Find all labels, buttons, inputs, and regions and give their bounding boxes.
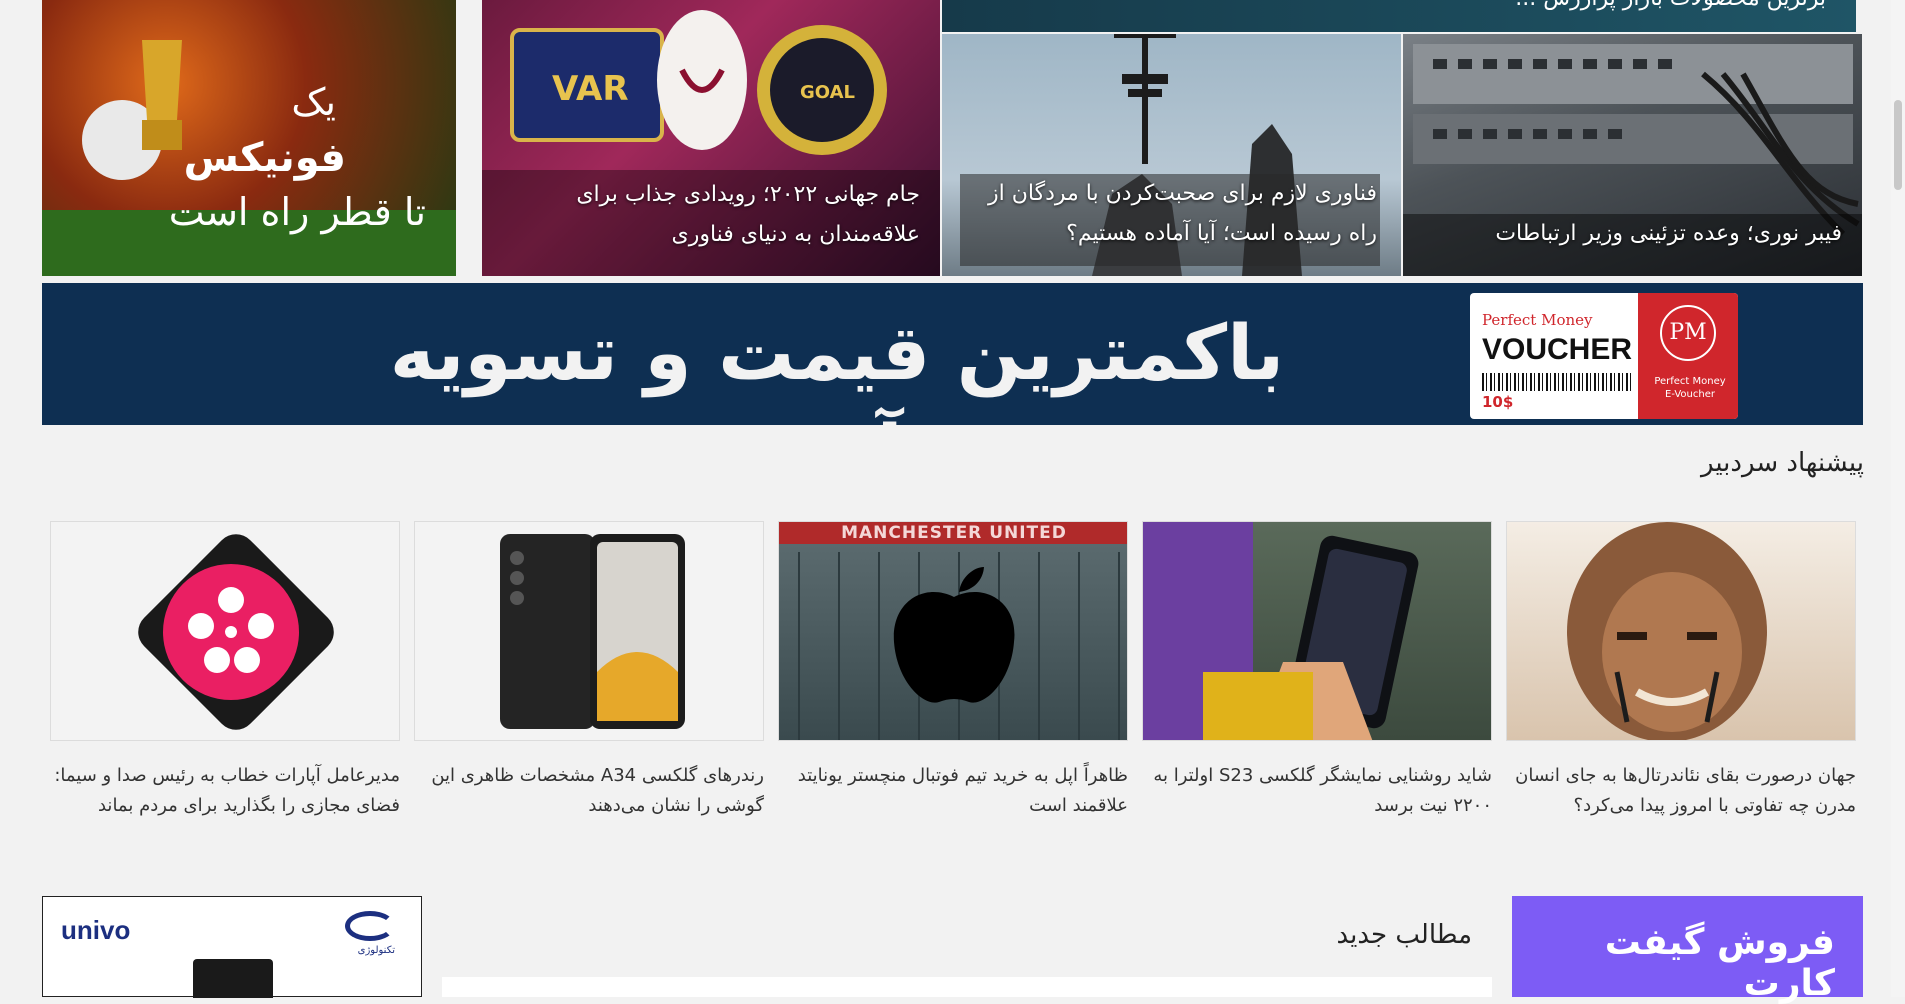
news-tile-worldcup[interactable]: VAR GOAL جام جهانی ۲۰۲۲؛ رویدادی جذاب بر… (482, 0, 940, 276)
editor-card-2-title[interactable]: شاید روشنایی نمایشگر گلکسی S23 اولترا به… (1142, 761, 1492, 821)
pm-voucher-price: 10$ (1482, 393, 1514, 411)
editor-card-4-title[interactable]: رندرهای گلکسی A34 مشخصات ظاهری این گوشی … (414, 761, 764, 821)
univo-product-image (193, 959, 273, 998)
pm-voucher-card: Perfect Money VOUCHER 10$ PM Perfect Mon… (1470, 293, 1738, 419)
univo-partner-text: تکنولوژی (357, 945, 395, 956)
univo-brand: univo (61, 915, 131, 945)
editor-card-2-image[interactable] (1142, 521, 1492, 741)
editor-card-4-image[interactable] (414, 521, 764, 741)
news-tile-fiber[interactable]: فیبر نوری؛ وعده تزئینی وزیر ارتباطات (1403, 34, 1862, 276)
editor-card-1-title[interactable]: جهان درصورت بقای نئاندرتال‌ها به جای انس… (1506, 761, 1856, 821)
news-tile-dead-caption: فناوری لازم برای صحبت‌کردن با مردگان از … (988, 181, 1377, 246)
ad-univo[interactable]: univo تکنولوژی (42, 896, 422, 998)
pm-voucher-main: VOUCHER (1482, 333, 1633, 366)
phone-hand-image (1143, 522, 1419, 740)
aparat-logo-image (138, 534, 334, 730)
new-posts-panel (442, 977, 1492, 997)
galaxy-phone-image (500, 534, 685, 729)
editor-card-3-image[interactable]: MANCHESTER UNITED (778, 521, 1128, 741)
apple-stadium-image (798, 552, 1120, 740)
ad-phonix-tile[interactable]: یک فونیکس تا قطر راه است (42, 0, 456, 276)
pm-badge: PM (1660, 305, 1716, 361)
editor-card-1-image[interactable] (1506, 521, 1856, 741)
univo-partner-logo (345, 911, 395, 941)
ad-gift-card-text: فروش گیفت کارت (1604, 922, 1835, 1004)
top-cut-news-strip[interactable]: برترین محصولات بازار پرارزش ... (942, 0, 1856, 32)
scrollbar-thumb[interactable] (1894, 100, 1902, 190)
ad-phonix-line2: فونیکس (183, 135, 346, 181)
pm-barcode (1482, 373, 1632, 391)
ad-banner-perfect-money[interactable]: باکمترین قیمت و تسویه آنی Perfect Money … (42, 283, 1863, 497)
pm-voucher-top: Perfect Money (1482, 311, 1593, 329)
editor-card-5-image[interactable] (50, 521, 400, 741)
pm-red-panel: PM Perfect Money E-Voucher (1638, 293, 1738, 419)
neanderthal-image (1567, 522, 1767, 740)
pm-sub: Perfect Money E-Voucher (1654, 376, 1726, 400)
news-tile-dead[interactable]: فناوری لازم برای صحبت‌کردن با مردگان از … (942, 34, 1401, 276)
news-tile-fiber-caption: فیبر نوری؛ وعده تزئینی وزیر ارتباطات (1495, 221, 1842, 246)
editor-card-5-title[interactable]: مدیرعامل آپارات خطاب به رئیس صدا و سیما:… (50, 761, 400, 821)
editor-card-3-title[interactable]: ظاهراً اپل به خرید تیم فوتبال منچستر یون… (778, 761, 1128, 821)
top-cut-caption: برترین محصولات بازار پرارزش ... (1515, 0, 1826, 11)
news-tile-worldcup-caption: جام جهانی ۲۰۲۲؛ رویدادی جذاب برای علاقه‌… (576, 182, 920, 247)
ad-phonix-line3: تا قطر راه است (168, 190, 426, 234)
page-scrollbar[interactable] (1891, 0, 1905, 997)
svg-text:VAR: VAR (552, 69, 629, 109)
ad-phonix-line1: یک (291, 80, 336, 124)
new-posts-title: مطالب جدید (1336, 920, 1473, 950)
svg-text:GOAL: GOAL (800, 82, 855, 103)
ad-gift-card[interactable]: فروش گیفت کارت (1512, 896, 1863, 1004)
editor-pick-title: پیشنهاد سردبیر (1700, 448, 1864, 478)
ad-banner-headline: باکمترین قیمت و تسویه آنی (389, 308, 1285, 497)
